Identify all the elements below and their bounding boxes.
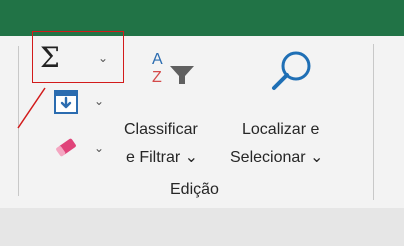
find-select-label-line1: Localizar e <box>242 121 320 138</box>
sort-filter-label-line2: e Filtrar ⌄ <box>126 149 199 166</box>
find-select-label-line2: Selecionar ⌄ <box>230 149 324 166</box>
eraser-icon <box>56 138 76 157</box>
find-select-button[interactable]: Localizar e Selecionar ⌄ <box>230 44 356 176</box>
clear-button[interactable]: ⌄ <box>52 132 110 164</box>
fill-button[interactable]: ⌄ <box>52 88 110 120</box>
sort-filter-label-line1: Classificar <box>124 121 198 138</box>
clear-dropdown-icon[interactable]: ⌄ <box>94 142 104 154</box>
svg-text:A: A <box>152 51 163 68</box>
magnifier-icon <box>272 51 311 90</box>
fill-dropdown-icon[interactable]: ⌄ <box>94 95 104 107</box>
group-label-edicao: Edição <box>170 181 219 198</box>
sort-filter-button[interactable]: A Z Classificar e Filtrar ⌄ <box>124 44 228 176</box>
sort-az-filter-icon: A Z <box>152 51 194 86</box>
fill-down-icon <box>54 90 78 114</box>
svg-text:Z: Z <box>152 69 162 86</box>
